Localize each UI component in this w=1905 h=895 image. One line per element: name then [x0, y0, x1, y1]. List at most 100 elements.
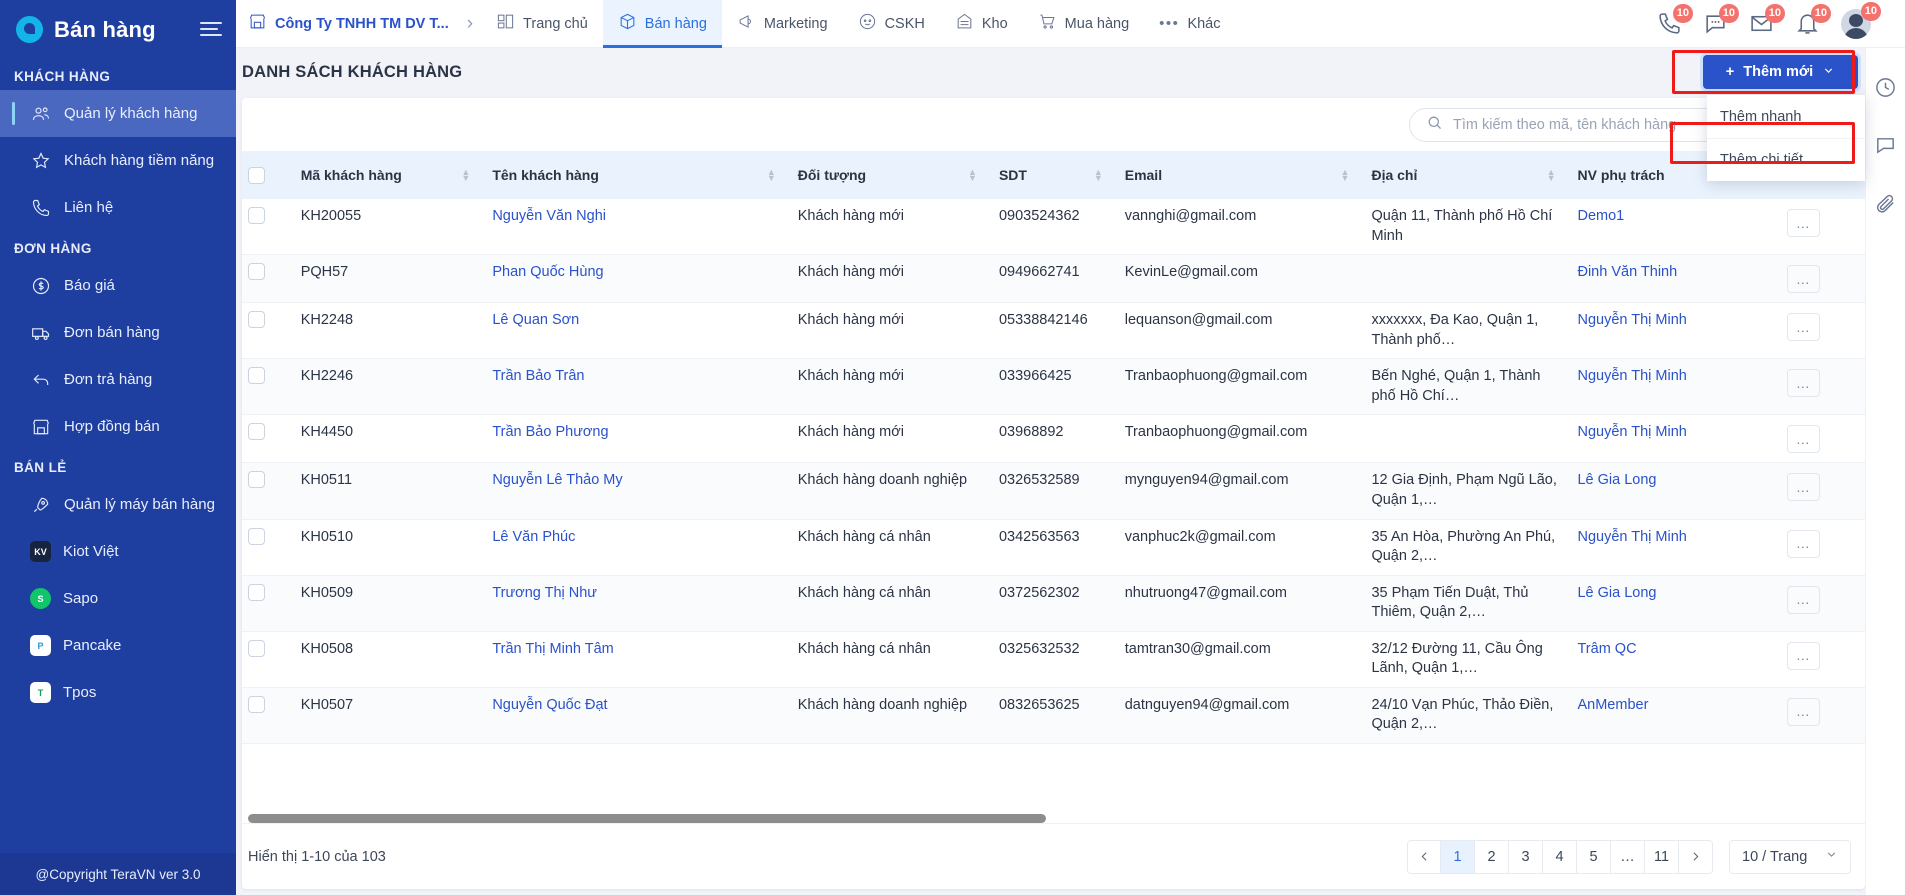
sort-icon[interactable]: ▲ ▼: [767, 168, 786, 183]
row-checkbox[interactable]: [248, 207, 265, 224]
cell-ten-khach-hang[interactable]: Trần Bảo Trân: [486, 358, 792, 416]
tab-ban-hang[interactable]: Bán hàng: [602, 0, 722, 48]
pagination-page-5[interactable]: 5: [1577, 839, 1611, 874]
row-actions-button[interactable]: …: [1787, 425, 1821, 454]
select-all-checkbox[interactable]: [248, 166, 265, 184]
table-row[interactable]: KH0508 Trần Thị Minh Tâm Khách hàng cá nhâ…: [242, 631, 1865, 688]
sidebar-item-khach-hang-tiem-nang[interactable]: Khách hàng tiềm năng: [0, 137, 236, 184]
row-checkbox[interactable]: [248, 583, 265, 601]
horizontal-scrollbar[interactable]: [248, 814, 1515, 823]
cell-nv-phu-trach[interactable]: Lê Gia Long: [1571, 462, 1782, 520]
column-ten-khach-hang[interactable]: Tên khách hàng ▲ ▼: [486, 151, 792, 199]
staff-link[interactable]: Lê Gia Long: [1577, 585, 1656, 601]
customer-name-link[interactable]: Trần Bảo Phương: [492, 424, 608, 440]
sidebar-item-sapo[interactable]: S Sapo: [0, 575, 236, 622]
tab-cskh[interactable]: CSKH: [843, 0, 940, 48]
staff-link[interactable]: Nguyễn Thị Minh: [1577, 368, 1686, 384]
sort-icon[interactable]: ▲ ▼: [1094, 168, 1113, 183]
per-page-select[interactable]: 10 / Trang: [1729, 839, 1851, 874]
column-email[interactable]: Email ▲ ▼: [1118, 151, 1366, 199]
row-actions-button[interactable]: …: [1787, 313, 1821, 342]
cell-nv-phu-trach[interactable]: Nguyễn Thị Minh: [1571, 414, 1782, 464]
row-checkbox[interactable]: [248, 695, 265, 713]
staff-link[interactable]: Đinh Văn Thinh: [1577, 264, 1677, 280]
staff-link[interactable]: Nguyễn Thị Minh: [1577, 529, 1686, 545]
table-row[interactable]: KH4450 Trần Bảo Phương Khách hàng mới 03968…: [242, 414, 1865, 464]
row-checkbox[interactable]: [248, 423, 265, 441]
tab-trang-chu[interactable]: Trang chủ: [481, 0, 603, 48]
phone-notification-button[interactable]: 10: [1657, 3, 1693, 37]
sidebar-collapse-button[interactable]: [200, 21, 222, 38]
column-dia-chi[interactable]: Địa chỉ ▲ ▼: [1365, 151, 1572, 199]
cell-ten-khach-hang[interactable]: Nguyễn Văn Nghi: [486, 199, 792, 256]
sidebar-item-hop-dong-ban[interactable]: Hợp đồng bán: [0, 403, 236, 450]
column-sdt[interactable]: SDT ▲ ▼: [992, 151, 1119, 199]
row-actions-button[interactable]: …: [1787, 209, 1821, 237]
row-actions-button[interactable]: …: [1787, 585, 1821, 614]
pagination-prev-button[interactable]: [1407, 839, 1441, 874]
sort-icon[interactable]: ▲ ▼: [461, 168, 480, 183]
customer-name-link[interactable]: Trần Thị Minh Tâm: [492, 641, 613, 657]
sort-icon[interactable]: ▲ ▼: [1341, 168, 1360, 183]
sort-icon[interactable]: ▲ ▼: [968, 168, 987, 183]
cell-ten-khach-hang[interactable]: Nguyễn Lê Thảo My: [486, 462, 792, 520]
table-row[interactable]: KH0509 Trương Thị Như Khách hàng cá nhân 03…: [242, 575, 1865, 632]
sidebar-item-bao-gia[interactable]: Báo giá: [0, 262, 236, 309]
column-doi-tuong[interactable]: Đối tượng ▲ ▼: [791, 151, 993, 199]
cell-nv-phu-trach[interactable]: Nguyễn Thị Minh: [1571, 302, 1782, 360]
cell-ten-khach-hang[interactable]: Nguyễn Quốc Đạt: [486, 687, 792, 745]
sidebar-item-kiot-viet[interactable]: KV Kiot Việt: [0, 528, 236, 575]
customer-name-link[interactable]: Lê Văn Phúc: [492, 529, 575, 545]
table-row[interactable]: KH2246 Trần Bảo Trân Khách hàng mới 0339664…: [242, 358, 1865, 416]
staff-link[interactable]: Nguyễn Thị Minh: [1577, 424, 1686, 440]
sidebar-item-tpos[interactable]: T Tpos: [0, 669, 236, 716]
column-ma-khach-hang[interactable]: Mã khách hàng ▲ ▼: [294, 151, 487, 199]
cell-nv-phu-trach[interactable]: Nguyễn Thị Minh: [1571, 358, 1782, 416]
cell-ten-khach-hang[interactable]: Trần Thị Minh Tâm: [486, 631, 792, 688]
customer-name-link[interactable]: Nguyễn Văn Nghi: [492, 208, 606, 224]
pagination-page-2[interactable]: 2: [1475, 839, 1509, 874]
chat-notification-button[interactable]: 10: [1703, 3, 1739, 37]
clock-icon[interactable]: [1874, 76, 1897, 104]
cell-ten-khach-hang[interactable]: Lê Quan Sơn: [486, 302, 792, 360]
staff-link[interactable]: AnMember: [1577, 697, 1648, 713]
pagination-page-1[interactable]: 1: [1441, 839, 1475, 874]
customer-name-link[interactable]: Nguyễn Quốc Đạt: [492, 697, 607, 713]
row-actions-button[interactable]: …: [1787, 697, 1821, 726]
row-actions-button[interactable]: …: [1787, 265, 1821, 294]
tab-marketing[interactable]: Marketing: [722, 0, 843, 48]
sidebar-item-don-ban-hang[interactable]: Đơn bán hàng: [0, 309, 236, 356]
pagination-page-…[interactable]: …: [1611, 839, 1645, 874]
cell-nv-phu-trach[interactable]: Demo1: [1571, 199, 1782, 256]
table-row[interactable]: KH0510 Lê Văn Phúc Khách hàng cá nhân 03425…: [242, 519, 1865, 576]
customer-name-link[interactable]: Lê Quan Sơn: [492, 312, 579, 328]
pagination-page-3[interactable]: 3: [1509, 839, 1543, 874]
row-actions-button[interactable]: …: [1787, 369, 1821, 398]
cell-ten-khach-hang[interactable]: Trương Thị Như: [486, 575, 792, 632]
table-row[interactable]: KH20055 Nguyễn Văn Nghi Khách hàng mới 0903…: [242, 199, 1865, 256]
tab-kho[interactable]: Kho: [940, 0, 1023, 48]
row-actions-button[interactable]: …: [1787, 529, 1821, 558]
row-checkbox[interactable]: [248, 527, 265, 545]
staff-link[interactable]: Trâm QC: [1577, 641, 1636, 657]
row-checkbox[interactable]: [248, 639, 265, 657]
staff-link[interactable]: Nguyễn Thị Minh: [1577, 312, 1686, 328]
cell-nv-phu-trach[interactable]: AnMember: [1571, 687, 1782, 745]
sidebar-item-quan-ly-may-ban-hang[interactable]: Quản lý máy bán hàng: [0, 481, 236, 528]
cell-ten-khach-hang[interactable]: Phan Quốc Hùng: [486, 254, 792, 304]
table-row[interactable]: KH0511 Nguyễn Lê Thảo My Khách hàng doanh …: [242, 462, 1865, 520]
row-checkbox[interactable]: [248, 263, 265, 281]
breadcrumb[interactable]: Công Ty TNHH TM DV T...: [242, 12, 459, 35]
cell-nv-phu-trach[interactable]: Nguyễn Thị Minh: [1571, 519, 1782, 576]
row-actions-button[interactable]: …: [1787, 641, 1821, 670]
sidebar-item-pancake[interactable]: P Pancake: [0, 622, 236, 669]
staff-link[interactable]: Lê Gia Long: [1577, 472, 1656, 488]
cell-nv-phu-trach[interactable]: Đinh Văn Thinh: [1571, 254, 1782, 304]
sort-icon[interactable]: ▲ ▼: [1547, 168, 1566, 183]
cell-nv-phu-trach[interactable]: Lê Gia Long: [1571, 575, 1782, 632]
tab-mua-hang[interactable]: Mua hàng: [1023, 0, 1145, 48]
row-checkbox[interactable]: [248, 367, 265, 385]
cell-ten-khach-hang[interactable]: Lê Văn Phúc: [486, 519, 792, 576]
staff-link[interactable]: Demo1: [1577, 208, 1624, 224]
row-checkbox[interactable]: [248, 311, 265, 329]
